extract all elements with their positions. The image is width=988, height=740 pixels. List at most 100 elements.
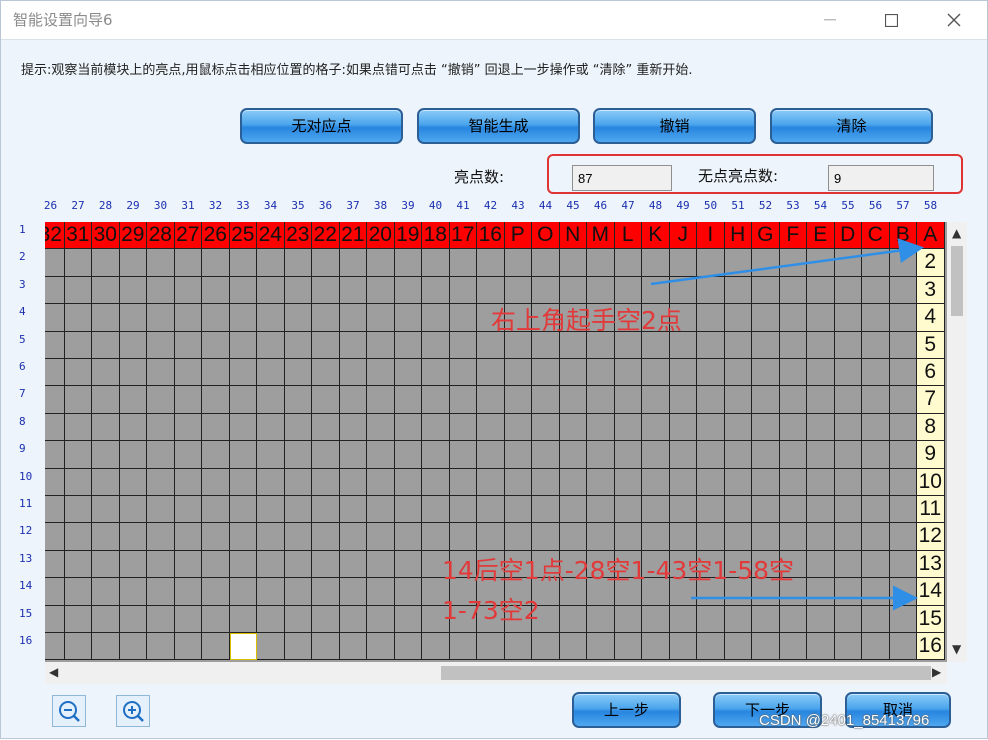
- grid-cell[interactable]: [532, 468, 560, 496]
- grid-cell[interactable]: H: [724, 222, 752, 250]
- grid-cell[interactable]: [229, 331, 257, 359]
- grid-cell[interactable]: [229, 304, 257, 332]
- grid-cell[interactable]: [229, 386, 257, 414]
- grid-cell[interactable]: [284, 605, 312, 633]
- grid-cell[interactable]: 26: [202, 222, 230, 250]
- grid-cell[interactable]: [147, 304, 175, 332]
- grid-cell[interactable]: E: [807, 222, 835, 250]
- grid-cell[interactable]: [312, 523, 340, 551]
- grid-cell[interactable]: [119, 386, 147, 414]
- grid-cell[interactable]: [92, 386, 120, 414]
- grid-cell[interactable]: 11: [917, 496, 945, 524]
- grid-cell[interactable]: [862, 386, 890, 414]
- smart-generate-button[interactable]: 智能生成: [417, 108, 580, 144]
- grid-cell[interactable]: [367, 276, 395, 305]
- grid-cell[interactable]: [45, 605, 65, 633]
- grid-cell[interactable]: [807, 304, 835, 332]
- grid-cell[interactable]: [147, 249, 175, 277]
- grid-cell[interactable]: [422, 441, 450, 469]
- grid-cell[interactable]: [559, 468, 587, 496]
- close-icon[interactable]: [932, 1, 976, 39]
- grid-cell[interactable]: [862, 523, 890, 551]
- grid-cell[interactable]: G: [752, 222, 780, 250]
- grid-cell[interactable]: [394, 276, 422, 305]
- grid-cell[interactable]: 31: [64, 222, 92, 250]
- grid-cell[interactable]: [752, 496, 780, 524]
- grid-cell[interactable]: [422, 249, 450, 277]
- grid-cell[interactable]: [889, 386, 917, 414]
- grid-cell[interactable]: [64, 249, 92, 277]
- grid-cell[interactable]: [724, 386, 752, 414]
- grid-cell[interactable]: [724, 523, 752, 551]
- grid-cell[interactable]: [697, 304, 725, 332]
- grid-cell[interactable]: [45, 468, 65, 496]
- grid-cell[interactable]: O: [532, 222, 560, 250]
- grid-cell[interactable]: [64, 605, 92, 633]
- grid-cell[interactable]: 23: [284, 222, 312, 250]
- grid-cell[interactable]: [834, 331, 862, 359]
- grid-cell[interactable]: [669, 413, 697, 442]
- grid-cell[interactable]: [697, 633, 725, 661]
- grid-cell[interactable]: [614, 605, 642, 633]
- grid-cell[interactable]: [339, 605, 367, 633]
- grid-cell[interactable]: [367, 304, 395, 332]
- grid-cell[interactable]: [92, 605, 120, 633]
- grid-cell[interactable]: [92, 249, 120, 277]
- vertical-scrollbar[interactable]: ▲ ▼: [947, 222, 967, 662]
- grid-cell[interactable]: [697, 468, 725, 496]
- grid-cell[interactable]: [752, 441, 780, 469]
- grid-cell[interactable]: [147, 605, 175, 633]
- grid-cell[interactable]: [807, 496, 835, 524]
- grid-cell[interactable]: [504, 441, 532, 469]
- grid-cell[interactable]: [312, 249, 340, 277]
- grid-cell[interactable]: [889, 359, 917, 387]
- grid-cell[interactable]: [752, 331, 780, 359]
- grid-cell[interactable]: [312, 496, 340, 524]
- grid-cell[interactable]: [807, 605, 835, 633]
- grid-cell[interactable]: [807, 578, 835, 606]
- grid-cell[interactable]: [367, 550, 395, 579]
- grid-cell[interactable]: [422, 496, 450, 524]
- grid-cell[interactable]: [257, 523, 285, 551]
- grid-cell[interactable]: [477, 441, 505, 469]
- grid-cell[interactable]: [559, 413, 587, 442]
- grid-cell[interactable]: [339, 550, 367, 579]
- grid-cell[interactable]: [174, 413, 202, 442]
- grid-cell[interactable]: [559, 523, 587, 551]
- grid-cell[interactable]: [229, 359, 257, 387]
- grid-cell[interactable]: [422, 331, 450, 359]
- grid-cell[interactable]: [559, 633, 587, 661]
- grid-cell[interactable]: [477, 249, 505, 277]
- grid-cell[interactable]: [504, 523, 532, 551]
- grid-cell[interactable]: [724, 633, 752, 661]
- grid-cell[interactable]: [449, 331, 477, 359]
- grid-cell[interactable]: [642, 468, 670, 496]
- grid-cell[interactable]: [862, 413, 890, 442]
- grid-cell[interactable]: [202, 550, 230, 579]
- grid-cell[interactable]: [422, 523, 450, 551]
- grid-cell[interactable]: [257, 249, 285, 277]
- grid-cell[interactable]: [64, 633, 92, 661]
- grid-cell[interactable]: [257, 496, 285, 524]
- grid-cell[interactable]: [257, 468, 285, 496]
- grid-cell[interactable]: [45, 359, 65, 387]
- grid-cell[interactable]: [284, 550, 312, 579]
- grid-cell[interactable]: 12: [917, 523, 945, 551]
- grid-cell[interactable]: [45, 523, 65, 551]
- grid-cell[interactable]: [202, 359, 230, 387]
- grid-cell[interactable]: [284, 276, 312, 305]
- grid-cell[interactable]: [119, 441, 147, 469]
- grid-cell[interactable]: [394, 441, 422, 469]
- grid-cell[interactable]: [532, 386, 560, 414]
- grid-cell[interactable]: [367, 249, 395, 277]
- grid-cell[interactable]: [669, 523, 697, 551]
- grid-cell[interactable]: [779, 413, 807, 442]
- grid-cell[interactable]: [697, 249, 725, 277]
- grid-cell[interactable]: [174, 578, 202, 606]
- grid-cell[interactable]: [174, 359, 202, 387]
- grid-cell[interactable]: [807, 441, 835, 469]
- grid-cell[interactable]: [202, 386, 230, 414]
- grid-cell[interactable]: [642, 633, 670, 661]
- grid-cell[interactable]: [367, 359, 395, 387]
- grid-cell[interactable]: [174, 386, 202, 414]
